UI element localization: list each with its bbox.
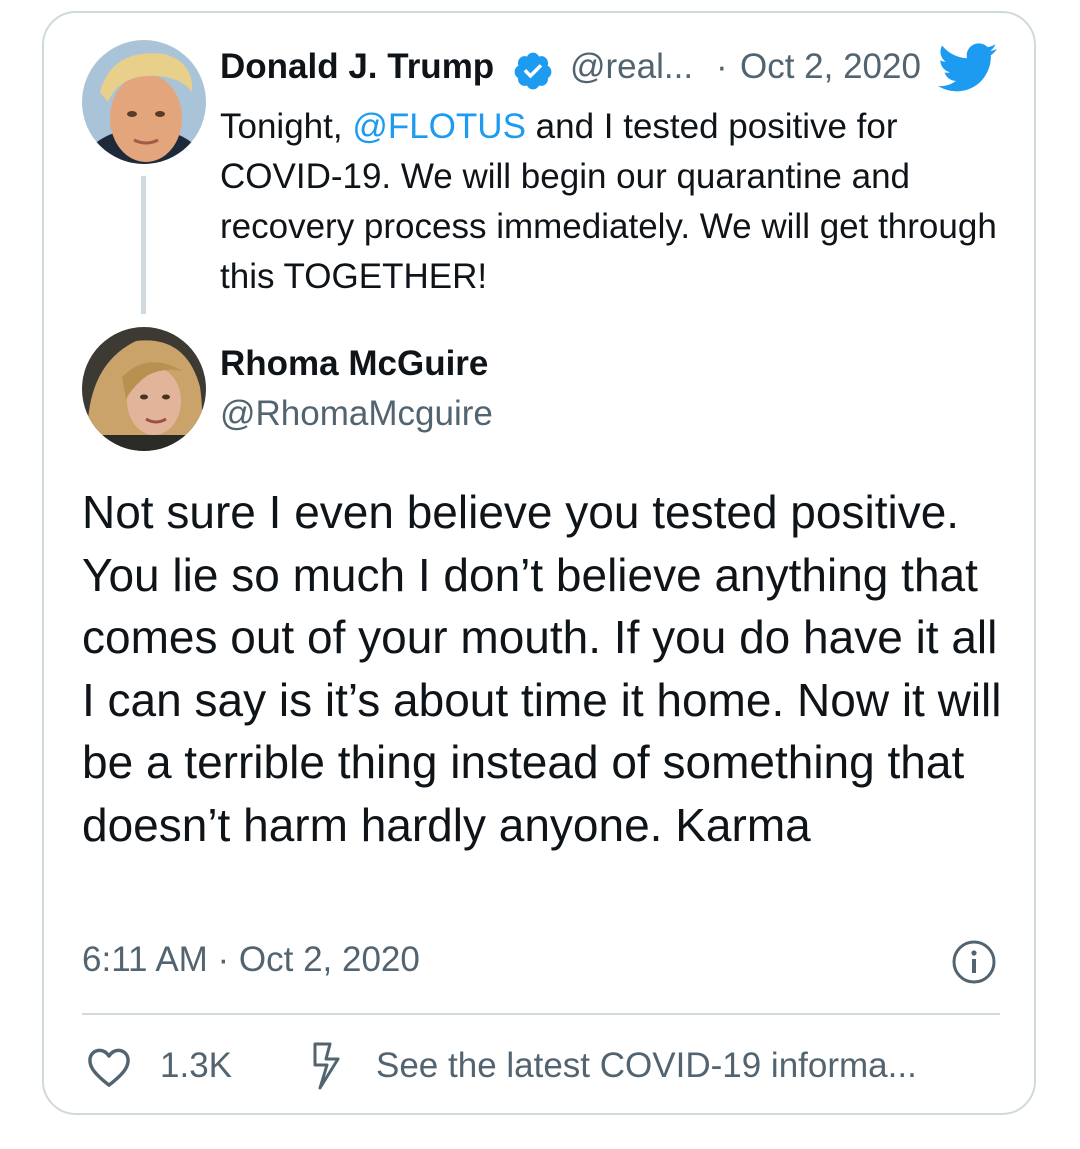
reply-timestamp[interactable]: 6:11 AM · Oct 2, 2020 [82,940,420,980]
quoted-text-before: Tonight, [220,107,353,146]
covid-info-link[interactable]: See the latest COVID-19 informa... [376,1046,917,1086]
quoted-tweet-text: Tonight, @FLOTUS and I tested positive f… [220,102,1000,302]
mention-link[interactable]: @FLOTUS [352,107,526,146]
date-separator: · [716,47,728,86]
thread-connector-line [141,176,146,314]
verified-badge-icon [512,50,554,92]
like-button[interactable] [86,1046,132,1088]
lightning-icon [305,1041,343,1091]
quoted-tweet-date[interactable]: Oct 2, 2020 [740,47,921,87]
reply-tweet-text: Not sure I even believe you tested posit… [82,486,1002,851]
footer-divider [82,1013,1000,1015]
quoted-author-name[interactable]: Donald J. Trump [220,47,494,87]
heart-icon [88,1048,130,1087]
reply-author-avatar[interactable] [82,327,206,451]
like-count[interactable]: 1.3K [160,1046,232,1086]
reply-author-handle[interactable]: @RhomaMcguire [220,394,493,434]
quoted-author-avatar[interactable] [82,40,206,164]
info-icon[interactable] [951,939,997,985]
reply-author-name[interactable]: Rhoma McGuire [220,344,488,384]
twitter-bird-icon [937,42,998,94]
quoted-author-handle[interactable]: @real... [570,47,693,87]
